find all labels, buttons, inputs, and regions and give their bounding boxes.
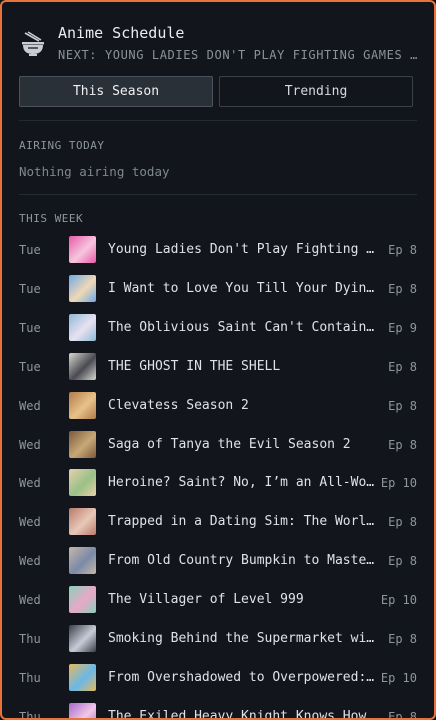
tab-bar: This Season Trending <box>19 76 415 107</box>
anime-title: From Overshadowed to Overpowered: Second… <box>108 669 381 685</box>
schedule-row[interactable]: Tue I Want to Love You Till Your Dying Da… <box>2 270 434 309</box>
anime-thumbnail <box>69 313 96 341</box>
tab-this-season[interactable]: This Season <box>19 76 213 107</box>
schedule-row[interactable]: Thu Smoking Behind the Supermarket with Y… <box>2 620 434 659</box>
row-day: Wed <box>19 593 41 608</box>
row-day: Wed <box>19 554 41 569</box>
anime-thumbnail <box>69 625 96 652</box>
anime-title: From Old Country Bumpkin to Master Sword… <box>108 553 381 569</box>
anime-thumbnail <box>69 236 96 263</box>
row-day: Thu <box>19 632 41 646</box>
anime-thumbnail <box>69 663 96 691</box>
row-day: Wed <box>19 515 41 530</box>
anime-thumbnail <box>69 547 96 575</box>
anime-title: Heroine? Saint? No, I’m an All-Works Mai… <box>108 475 381 491</box>
anime-title: The Villager of Level 999 <box>108 592 304 608</box>
anime-title: The Exiled Heavy Knight Knows How to Gam… <box>108 708 381 720</box>
airing-today-empty-text: Nothing airing today <box>19 164 170 179</box>
anime-title: THE GHOST IN THE SHELL <box>108 358 281 374</box>
header: Anime Schedule NEXT: YOUNG LADIES DON'T … <box>2 2 434 78</box>
episode-label: Ep 8 <box>388 554 417 569</box>
row-day: Wed <box>19 437 41 452</box>
row-day: Tue <box>19 359 41 374</box>
anime-title: Young Ladies Don't Play Fighting Games <box>108 242 381 257</box>
episode-label: Ep 8 <box>388 437 417 452</box>
row-day: Thu <box>19 670 41 685</box>
row-day: Tue <box>19 243 41 257</box>
anime-thumbnail <box>69 508 96 536</box>
next-up-label: NEXT: YOUNG LADIES DON'T PLAY FIGHTING G… <box>58 48 418 62</box>
anime-title: I Want to Love You Till Your Dying Day <box>108 280 381 296</box>
schedule-row[interactable]: Wed The Villager of Level 999 Ep 10 <box>2 581 434 620</box>
anime-thumbnail <box>69 391 96 419</box>
episode-label: Ep 8 <box>388 632 417 646</box>
schedule-row[interactable]: Wed Heroine? Saint? No, I’m an All-Works … <box>2 464 434 503</box>
row-day: Thu <box>19 709 41 720</box>
schedule-row[interactable]: Wed Trapped in a Dating Sim: The World of… <box>2 503 434 542</box>
schedule-row[interactable]: Thu From Overshadowed to Overpowered: Sec… <box>2 659 434 698</box>
episode-label: Ep 8 <box>388 398 417 413</box>
row-day: Tue <box>19 320 41 335</box>
anime-thumbnail <box>69 702 96 718</box>
schedule-row[interactable]: Thu The Exiled Heavy Knight Knows How to … <box>2 698 434 720</box>
anime-title: Smoking Behind the Supermarket with You <box>108 631 381 646</box>
anime-thumbnail <box>69 430 96 458</box>
app-window: Anime Schedule NEXT: YOUNG LADIES DON'T … <box>0 0 436 720</box>
schedule-row[interactable]: Tue The Oblivious Saint Can't Contain Her… <box>2 309 434 348</box>
row-day: Wed <box>19 398 41 413</box>
row-day: Tue <box>19 281 41 296</box>
anime-title: Trapped in a Dating Sim: The World of Ot… <box>108 514 381 530</box>
this-week-heading: THIS WEEK <box>19 212 84 225</box>
anime-thumbnail <box>69 586 96 614</box>
episode-label: Ep 10 <box>380 670 417 685</box>
divider <box>19 120 417 121</box>
episode-label: Ep 9 <box>388 320 417 335</box>
anime-thumbnail <box>69 274 96 302</box>
episode-label: Ep 8 <box>388 359 417 374</box>
divider <box>19 194 417 195</box>
episode-label: Ep 8 <box>388 243 417 257</box>
episode-label: Ep 10 <box>380 476 417 491</box>
airing-today-heading: AIRING TODAY <box>19 139 105 152</box>
anime-thumbnail <box>69 352 96 380</box>
schedule-row[interactable]: Wed From Old Country Bumpkin to Master Sw… <box>2 542 434 581</box>
schedule-row[interactable]: Tue THE GHOST IN THE SHELL Ep 8 <box>2 348 434 387</box>
app-title: Anime Schedule <box>58 24 185 42</box>
ramen-bowl-icon <box>19 30 47 58</box>
schedule-row[interactable]: Wed Saga of Tanya the Evil Season 2 Ep 8 <box>2 426 434 465</box>
schedule-row[interactable]: Tue Young Ladies Don't Play Fighting Game… <box>2 231 434 270</box>
schedule-row[interactable]: Wed Clevatess Season 2 Ep 8 <box>2 387 434 426</box>
episode-label: Ep 8 <box>388 281 417 296</box>
episode-label: Ep 8 <box>388 709 417 720</box>
row-day: Wed <box>19 476 41 491</box>
anime-title: Clevatess Season 2 <box>108 397 249 413</box>
anime-thumbnail <box>69 469 96 497</box>
anime-title: Saga of Tanya the Evil Season 2 <box>108 436 351 452</box>
anime-title: The Oblivious Saint Can't Contain Her Po… <box>108 319 381 335</box>
episode-label: Ep 8 <box>388 515 417 530</box>
episode-label: Ep 10 <box>380 593 417 608</box>
tab-trending[interactable]: Trending <box>219 76 413 107</box>
